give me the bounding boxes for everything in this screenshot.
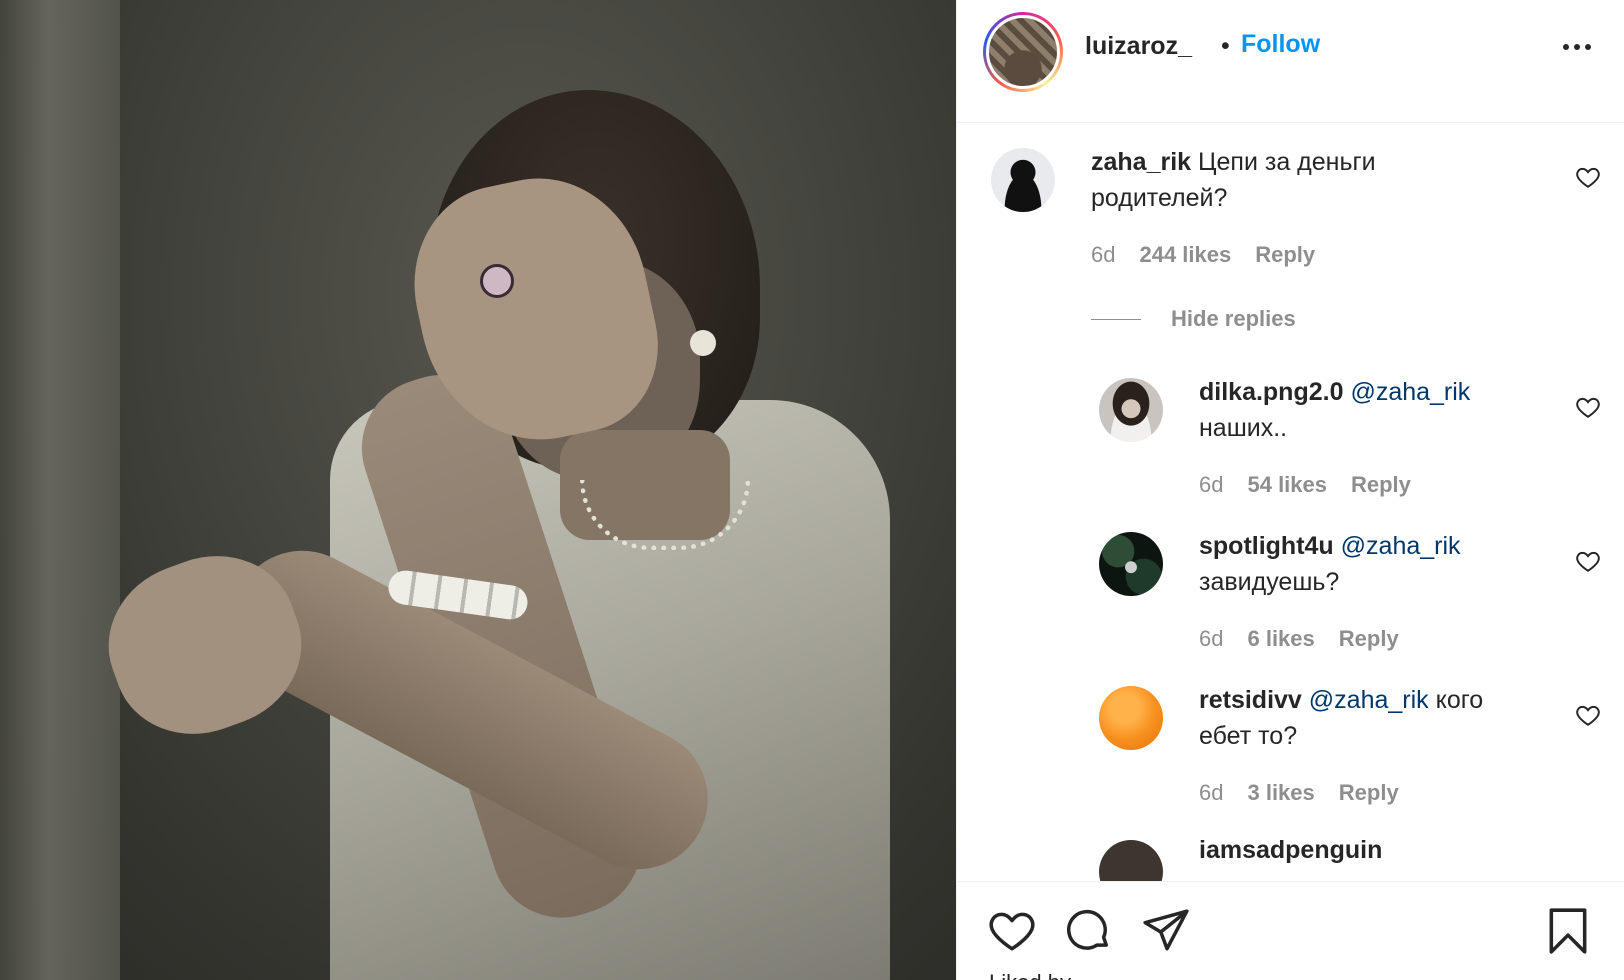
reply-button[interactable]: Reply — [1255, 242, 1315, 268]
dot-icon — [1574, 44, 1580, 50]
comment-username[interactable]: spotlight4u — [1199, 532, 1334, 560]
comment-time[interactable]: 6d — [1091, 242, 1115, 268]
comment-username[interactable]: retsidivv — [1199, 686, 1302, 714]
comment-text: retsidivv @zaha_rik кого ебет то? — [1199, 682, 1559, 754]
heart-icon[interactable] — [1575, 164, 1601, 190]
avatar[interactable] — [1099, 378, 1163, 442]
comment-meta: 6d 6 likes Reply — [1199, 626, 1399, 652]
dot-icon — [1563, 44, 1569, 50]
comment-body-line2: завидуешь? — [1199, 568, 1340, 596]
comment-icon[interactable] — [1063, 906, 1113, 956]
avatar[interactable] — [1099, 532, 1163, 596]
heart-icon[interactable] — [987, 906, 1037, 956]
heart-icon[interactable] — [1575, 394, 1601, 420]
hide-replies-label: Hide replies — [1171, 306, 1296, 331]
comment-time[interactable]: 6d — [1199, 780, 1223, 806]
comment-zaha-rik: zaha_rik Цепи за деньги родителей? 6d 24… — [957, 124, 1624, 354]
comment-body: кого — [1428, 686, 1484, 714]
mention-link[interactable]: @zaha_rik — [1350, 378, 1470, 406]
post-sidebar: luizaroz_ • Follow zaha_rik Цепи за день… — [956, 0, 1624, 980]
bookmark-icon[interactable] — [1543, 906, 1593, 956]
reply-dilka: dilka.png2.0 @zaha_rik наших.. 6d 54 lik… — [957, 374, 1624, 524]
comment-time[interactable]: 6d — [1199, 626, 1223, 652]
comment-likes[interactable]: 6 likes — [1247, 626, 1314, 652]
comment-body-line2: наших.. — [1199, 414, 1288, 442]
hide-replies-line — [1091, 318, 1141, 320]
author-avatar[interactable] — [986, 15, 1060, 89]
comment-body: Цепи за деньги — [1198, 148, 1376, 176]
comment-likes[interactable]: 3 likes — [1247, 780, 1314, 806]
post-photo[interactable] — [0, 0, 956, 980]
heart-icon[interactable] — [1575, 548, 1601, 574]
comment-time[interactable]: 6d — [1199, 472, 1223, 498]
post-actions: Liked by — [957, 881, 1624, 980]
more-horizontal-icon[interactable] — [1563, 44, 1591, 50]
mention-link[interactable]: @zaha_rik — [1341, 532, 1461, 560]
photo-ring — [480, 264, 514, 298]
reply-retsidivv: retsidivv @zaha_rik кого ебет то? 6d 3 l… — [957, 682, 1624, 832]
reply-spotlight: spotlight4u @zaha_rik завидуешь? 6d 6 li… — [957, 528, 1624, 678]
comment-username[interactable]: zaha_rik — [1091, 148, 1191, 176]
comment-likes[interactable]: 54 likes — [1247, 472, 1327, 498]
comment-meta: 6d 3 likes Reply — [1199, 780, 1399, 806]
follow-button[interactable]: Follow — [1241, 30, 1320, 59]
comment-likes[interactable]: 244 likes — [1139, 242, 1231, 268]
avatar[interactable] — [1099, 686, 1163, 750]
reply-button[interactable]: Reply — [1339, 626, 1399, 652]
separator-dot: • — [1221, 32, 1230, 60]
reply-button[interactable]: Reply — [1339, 780, 1399, 806]
comment-username[interactable]: dilka.png2.0 — [1199, 378, 1343, 406]
author-username[interactable]: luizaroz_ — [1085, 32, 1192, 61]
comment-body-line2: ебет то? — [1199, 722, 1298, 750]
comment-text: dilka.png2.0 @zaha_rik наших.. — [1199, 374, 1539, 446]
dot-icon — [1585, 44, 1591, 50]
paper-plane-icon[interactable] — [1141, 906, 1191, 956]
reply-iamsadpenguin: iamsadpenguin — [957, 836, 1624, 881]
liked-by-text: Liked by — [989, 970, 1071, 980]
hide-replies-toggle[interactable]: Hide replies — [1091, 306, 1296, 332]
photo-earring — [690, 330, 716, 356]
comments-list[interactable]: zaha_rik Цепи за деньги родителей? 6d 24… — [957, 124, 1624, 881]
avatar[interactable] — [991, 148, 1055, 212]
avatar[interactable] — [1099, 840, 1163, 881]
post-header: luizaroz_ • Follow — [957, 0, 1624, 123]
photo-wall — [0, 0, 120, 980]
comment-text: zaha_rik Цепи за деньги родителей? — [1091, 144, 1531, 216]
comment-body-line2: родителей? — [1091, 184, 1228, 212]
comment-meta: 6d 244 likes Reply — [1091, 242, 1315, 268]
comment-username[interactable]: iamsadpenguin — [1199, 836, 1382, 865]
heart-icon[interactable] — [1575, 702, 1601, 728]
comment-text: spotlight4u @zaha_rik завидуешь? — [1199, 528, 1539, 600]
reply-button[interactable]: Reply — [1351, 472, 1411, 498]
comment-meta: 6d 54 likes Reply — [1199, 472, 1411, 498]
story-ring[interactable] — [983, 12, 1063, 92]
mention-link[interactable]: @zaha_rik — [1309, 686, 1429, 714]
